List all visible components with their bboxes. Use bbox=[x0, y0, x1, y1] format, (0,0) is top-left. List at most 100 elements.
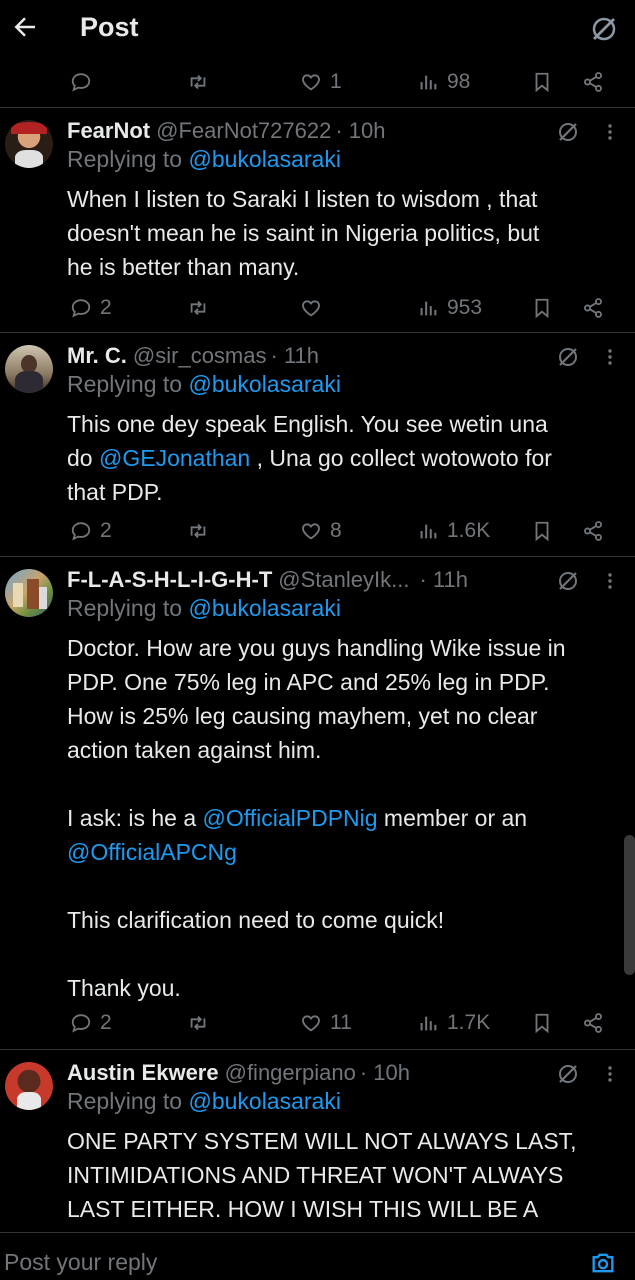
post-time[interactable]: · 11h bbox=[419, 567, 468, 593]
view-count: 1.7K bbox=[447, 1011, 491, 1034]
like-count: 11 bbox=[330, 1011, 352, 1034]
bookmark-icon bbox=[535, 298, 549, 319]
reply-post[interactable]: Mr. C. @sir_cosmas · 11h Replying to @bu… bbox=[0, 333, 635, 557]
share-button[interactable] bbox=[582, 1003, 604, 1043]
bookmark-icon bbox=[535, 1013, 549, 1034]
views-icon bbox=[420, 75, 437, 90]
more-icon[interactable] bbox=[605, 569, 615, 593]
back-arrow-icon[interactable] bbox=[10, 12, 40, 42]
share-button[interactable] bbox=[582, 62, 604, 102]
bookmark-icon bbox=[535, 72, 549, 93]
like-icon bbox=[302, 300, 320, 317]
bookmark-icon bbox=[535, 521, 549, 542]
repost-icon bbox=[190, 1015, 206, 1031]
reply-input-placeholder[interactable]: Post your reply bbox=[4, 1249, 157, 1276]
views-button[interactable]: 1.7K bbox=[417, 1003, 490, 1043]
views-button[interactable]: 98 bbox=[417, 62, 470, 102]
like-button[interactable]: 11 bbox=[300, 1003, 352, 1043]
post-header: Mr. C. @sir_cosmas · 11h bbox=[67, 340, 635, 372]
user-handle[interactable]: @FearNot727622 bbox=[156, 118, 331, 144]
avatar[interactable] bbox=[5, 569, 53, 617]
reply-button[interactable]: 2 bbox=[70, 511, 112, 551]
user-handle[interactable]: @fingerpiano bbox=[225, 1060, 356, 1086]
post-time[interactable]: · 10h bbox=[360, 1060, 410, 1086]
avatar[interactable] bbox=[5, 345, 53, 393]
repost-button[interactable] bbox=[187, 1003, 209, 1043]
views-icon bbox=[420, 1016, 437, 1031]
share-icon bbox=[584, 1013, 602, 1033]
post-text: Doctor. How are you guys handling Wike i… bbox=[67, 631, 627, 1005]
share-button[interactable] bbox=[582, 288, 604, 328]
repost-button[interactable] bbox=[187, 511, 209, 551]
bookmark-button[interactable] bbox=[531, 62, 553, 102]
reply-button[interactable]: 2 bbox=[70, 1003, 112, 1043]
page-title: Post bbox=[80, 12, 139, 42]
like-count: 1 bbox=[330, 70, 342, 93]
grok-icon[interactable] bbox=[556, 120, 580, 144]
mention-link[interactable]: @OfficialAPCNg bbox=[67, 835, 627, 869]
scrollbar-thumb[interactable] bbox=[624, 835, 635, 975]
like-button[interactable]: 1 bbox=[300, 62, 342, 102]
post-time[interactable]: · 10h bbox=[335, 118, 385, 144]
post-text: ONE PARTY SYSTEM WILL NOT ALWAYS LAST, I… bbox=[67, 1128, 577, 1222]
post-actions: 2 11 1.7K bbox=[0, 1003, 635, 1043]
view-count: 1.6K bbox=[447, 519, 491, 542]
bookmark-button[interactable] bbox=[531, 511, 553, 551]
reply-post[interactable]: F-L-A-S-H-L-I-G-H-T @StanleyIk... · 11h … bbox=[0, 557, 635, 1049]
mention-link[interactable]: @bukolasaraki bbox=[188, 1088, 340, 1114]
grok-icon[interactable] bbox=[556, 569, 580, 593]
repost-icon bbox=[190, 74, 206, 90]
grok-icon[interactable] bbox=[556, 345, 580, 369]
post-header: F-L-A-S-H-L-I-G-H-T @StanleyIk... · 11h bbox=[67, 564, 635, 596]
reply-count: 2 bbox=[100, 296, 112, 319]
post-header: Austin Ekwere @fingerpiano · 10h bbox=[67, 1057, 635, 1089]
share-button[interactable] bbox=[582, 511, 604, 551]
reply-post[interactable]: FearNot @FearNot727622 · 10h Replying to… bbox=[0, 108, 635, 332]
views-button[interactable]: 1.6K bbox=[417, 511, 490, 551]
views-icon bbox=[420, 524, 437, 539]
more-icon[interactable] bbox=[605, 345, 615, 369]
avatar[interactable] bbox=[5, 120, 53, 168]
views-button[interactable]: 953 bbox=[417, 288, 482, 328]
reply-button[interactable]: 2 bbox=[70, 288, 112, 328]
mention-link[interactable]: @OfficialPDPNig bbox=[203, 805, 378, 831]
reply-button[interactable] bbox=[70, 62, 92, 102]
post-header: FearNot @FearNot727622 · 10h bbox=[67, 115, 635, 147]
reply-count: 2 bbox=[100, 1011, 112, 1034]
repost-button[interactable] bbox=[187, 288, 209, 328]
mention-link[interactable]: @bukolasaraki bbox=[188, 146, 340, 172]
post-text: This one dey speak English. You see weti… bbox=[67, 411, 552, 505]
bookmark-button[interactable] bbox=[531, 288, 553, 328]
mention-link[interactable]: @GEJonathan bbox=[99, 445, 250, 471]
repost-button[interactable] bbox=[187, 62, 209, 102]
avatar[interactable] bbox=[5, 1062, 53, 1110]
grok-icon[interactable] bbox=[589, 14, 619, 44]
like-button[interactable] bbox=[300, 288, 330, 328]
share-icon bbox=[584, 72, 602, 92]
reply-icon bbox=[71, 73, 91, 92]
reply-post[interactable]: Austin Ekwere @fingerpiano · 10h Replyin… bbox=[0, 1050, 635, 1232]
replying-to: Replying to @bukolasaraki bbox=[67, 146, 341, 172]
like-icon bbox=[302, 523, 320, 540]
display-name[interactable]: F-L-A-S-H-L-I-G-H-T bbox=[67, 567, 272, 593]
post-time[interactable]: · 11h bbox=[271, 343, 320, 369]
more-icon[interactable] bbox=[605, 120, 615, 144]
like-button[interactable]: 8 bbox=[300, 511, 342, 551]
like-count: 8 bbox=[330, 519, 342, 542]
grok-icon[interactable] bbox=[556, 1062, 580, 1086]
reply-composer[interactable]: Post your reply bbox=[0, 1232, 635, 1280]
post-text: When I listen to Saraki I listen to wisd… bbox=[67, 186, 540, 280]
display-name[interactable]: Mr. C. bbox=[67, 343, 127, 369]
share-icon bbox=[584, 298, 602, 318]
reply-icon bbox=[71, 299, 91, 318]
display-name[interactable]: FearNot bbox=[67, 118, 150, 144]
user-handle[interactable]: @StanleyIk... bbox=[278, 567, 409, 593]
mention-link[interactable]: @bukolasaraki bbox=[188, 595, 340, 621]
more-icon[interactable] bbox=[605, 1062, 615, 1086]
bookmark-button[interactable] bbox=[531, 1003, 553, 1043]
camera-icon[interactable] bbox=[589, 1249, 617, 1277]
mention-link[interactable]: @bukolasaraki bbox=[188, 371, 340, 397]
like-icon bbox=[302, 74, 320, 91]
display-name[interactable]: Austin Ekwere bbox=[67, 1060, 219, 1086]
user-handle[interactable]: @sir_cosmas bbox=[133, 343, 267, 369]
